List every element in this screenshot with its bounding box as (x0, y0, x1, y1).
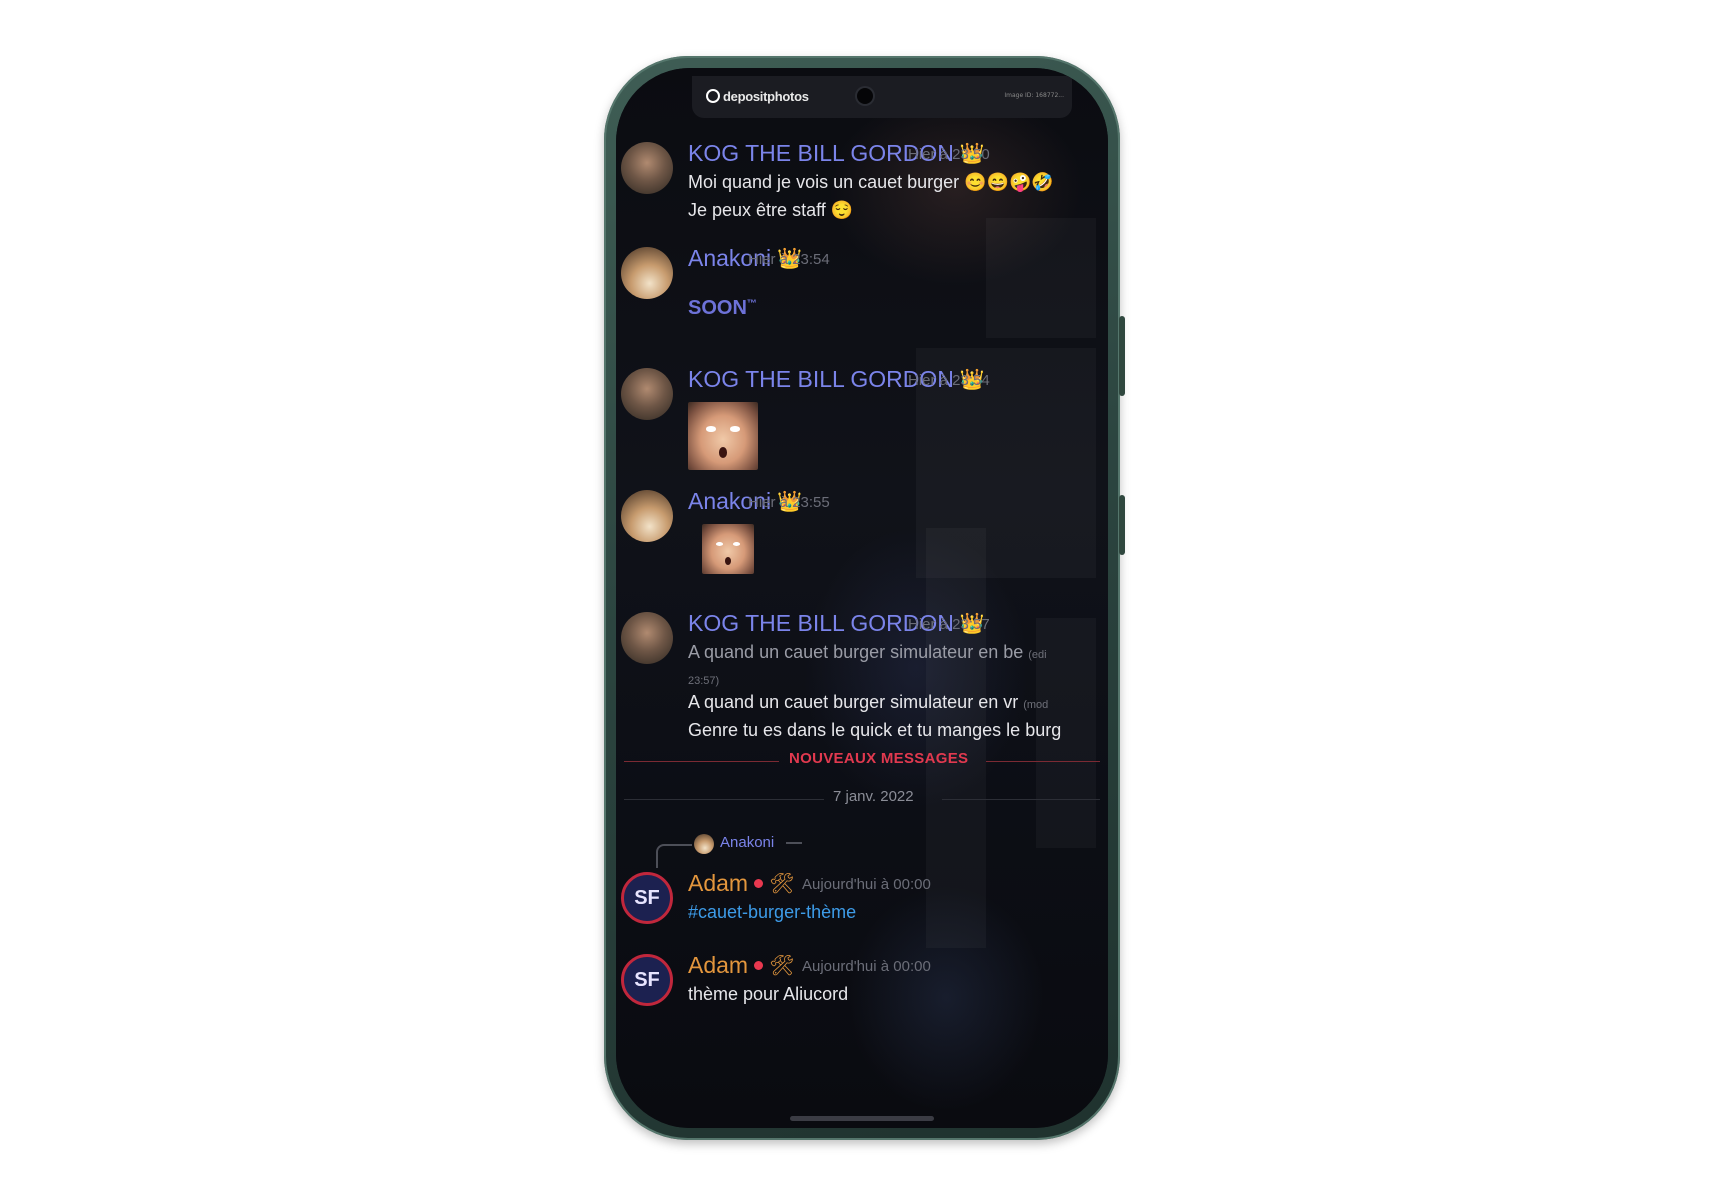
message-text: thème pour Aliucord (688, 984, 849, 1004)
timestamp: Aujourd'hui à 00:00 (802, 876, 931, 893)
avatar[interactable] (621, 368, 673, 420)
phone-volume-button (1119, 316, 1125, 396)
soon-emote: SOON™ (688, 297, 757, 319)
reply-snippet (786, 842, 802, 844)
reply-avatar (694, 834, 714, 854)
timestamp: Aujourd'hui à 00:00 (802, 958, 931, 975)
avatar[interactable] (621, 490, 673, 542)
status-bar: depositphotos Image ID: 168772... (692, 76, 1072, 118)
edited-label: (edi (1028, 649, 1047, 661)
stock-image-id: Image ID: 168772... (1004, 92, 1064, 99)
tools-icon: 🛠 (769, 873, 795, 895)
timestamp: Hier à 23:54 (908, 372, 990, 389)
background-panel (986, 218, 1096, 338)
message-text: Je peux être staff 😌 (688, 200, 854, 220)
reply-preview[interactable]: Anakoni (650, 832, 850, 868)
phone-power-button (1119, 495, 1125, 555)
avatar[interactable]: SF (621, 872, 673, 924)
reply-connector (656, 844, 692, 868)
avatar[interactable] (621, 612, 673, 664)
timestamp: Hier à 23:55 (748, 494, 830, 511)
front-camera (857, 88, 873, 104)
reply-author[interactable]: Anakoni (720, 834, 774, 851)
timestamp: Hier à 23:50 (908, 146, 990, 163)
avatar[interactable] (621, 247, 673, 299)
author-name[interactable]: Adam 🛠 (688, 870, 794, 897)
tools-icon: 🛠 (769, 955, 795, 977)
status-dot-icon (754, 961, 764, 970)
channel-link[interactable]: #cauet-burger-thème (688, 902, 856, 922)
emote-image[interactable] (688, 402, 758, 470)
timestamp: Hier à 23:57 (908, 616, 990, 633)
emote-image[interactable] (702, 524, 754, 574)
phone-screen: depositphotos Image ID: 168772... KOG TH… (616, 68, 1108, 1128)
author-name[interactable]: Adam 🛠 (688, 952, 794, 979)
message-text: A quand un cauet burger simulateur en vr… (688, 692, 1049, 712)
message-text: Genre tu es dans le quick et tu manges l… (688, 720, 1062, 740)
edited-label: (mod (1023, 699, 1049, 711)
timestamp: Hier à 23:54 (748, 251, 830, 268)
avatar[interactable]: SF (621, 954, 673, 1006)
message-text: #cauet-burger-thème (688, 902, 856, 923)
avatar[interactable] (621, 142, 673, 194)
date-label: 7 janv. 2022 (833, 788, 914, 805)
new-messages-label: NOUVEAUX MESSAGES (789, 750, 969, 767)
home-indicator[interactable] (790, 1116, 934, 1121)
message-text: Moi quand je vois un cauet burger 😊😄🤪🤣 (688, 172, 1054, 192)
depositphotos-logo: depositphotos (706, 89, 809, 104)
message-text: A quand un cauet burger simulateur en be… (688, 642, 1047, 662)
edited-time: 23:57) (688, 675, 720, 687)
logo-circle-icon (706, 89, 720, 103)
status-dot-icon (754, 879, 764, 888)
